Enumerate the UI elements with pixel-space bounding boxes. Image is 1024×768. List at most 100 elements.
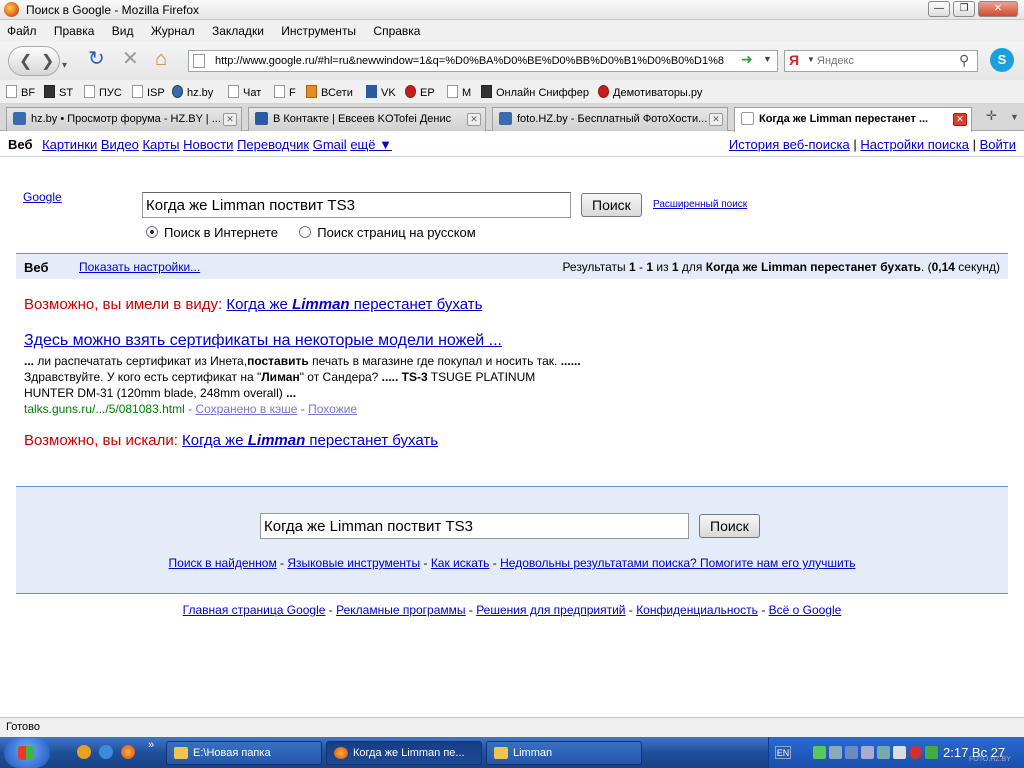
firefox-icon[interactable]: [121, 745, 135, 759]
taskbar-item-folder[interactable]: E:\Новая папка: [166, 741, 322, 765]
bookmark-vk[interactable]: VK: [366, 85, 396, 99]
footer-search-button[interactable]: Поиск: [699, 514, 760, 538]
gbar-gmail[interactable]: Gmail: [313, 137, 347, 152]
gbar-maps[interactable]: Карты: [142, 137, 179, 152]
tab-vkontakte[interactable]: В Контакте | Евсеев KOTofei Денис ✕: [248, 107, 486, 131]
volume-icon[interactable]: [893, 746, 906, 759]
bookmark-sniffer[interactable]: Онлайн Сниффер: [481, 85, 589, 99]
did-you-search-link[interactable]: Когда же Limman перестанет бухать: [182, 432, 438, 449]
new-tab-icon[interactable]: ✛: [986, 108, 997, 124]
bookmark-chat[interactable]: Чат: [228, 85, 261, 99]
history-dropdown-icon[interactable]: ▾: [62, 56, 67, 76]
language-indicator[interactable]: EN: [775, 746, 791, 759]
menu-bookmarks[interactable]: Закладки: [205, 20, 271, 38]
gbar-more[interactable]: ещё ▼: [350, 137, 392, 152]
gbar-news[interactable]: Новости: [183, 137, 233, 152]
menu-help[interactable]: Справка: [366, 20, 427, 38]
back-arrow-icon[interactable]: ❮: [19, 51, 32, 71]
gbar-translate[interactable]: Переводчик: [237, 137, 309, 152]
magnifier-icon[interactable]: ⚲: [959, 52, 969, 69]
go-arrow-icon[interactable]: ➜: [741, 51, 753, 68]
tab-close-icon[interactable]: ✕: [223, 113, 237, 126]
search-settings-link[interactable]: Настройки поиска: [860, 137, 969, 152]
minimize-button[interactable]: —: [928, 1, 950, 17]
search-engine-input[interactable]: [817, 53, 957, 69]
tray-icon[interactable]: [813, 746, 826, 759]
tab-close-icon[interactable]: ✕: [709, 113, 723, 126]
bookmark-st[interactable]: ST: [44, 85, 73, 99]
menu-view[interactable]: Вид: [105, 20, 141, 38]
taskbar-item-firefox[interactable]: Когда же Limman пе...: [326, 741, 482, 765]
bookmark-m[interactable]: M: [447, 85, 471, 99]
footer-search-input[interactable]: [260, 513, 689, 539]
menu-edit[interactable]: Правка: [47, 20, 102, 38]
menu-file[interactable]: Файл: [0, 20, 44, 38]
bookmark-pus[interactable]: ПУС: [84, 85, 122, 99]
yandex-icon[interactable]: Я: [789, 52, 799, 68]
similar-link[interactable]: Похожие: [308, 402, 357, 416]
menu-history[interactable]: Журнал: [144, 20, 202, 38]
tab-hzby-forum[interactable]: hz.by • Просмотр форума - HZ.BY | ... ✕: [6, 107, 242, 131]
tray-icon[interactable]: [829, 746, 842, 759]
home-icon[interactable]: ⌂: [155, 49, 167, 69]
start-button[interactable]: [4, 738, 50, 768]
advertising-link[interactable]: Рекламные программы: [336, 603, 465, 617]
search-within-link[interactable]: Поиск в найденном: [169, 556, 277, 570]
bookmark-f[interactable]: F: [274, 85, 296, 99]
tab-google-search[interactable]: Когда же Limman перестанет ... ✕: [734, 107, 972, 132]
quicklaunch-more-icon[interactable]: »: [148, 739, 154, 751]
url-input[interactable]: [215, 53, 735, 69]
maximize-button[interactable]: ❐: [953, 1, 975, 17]
page-icon: [6, 85, 17, 98]
tab-foto-hzby[interactable]: foto.HZ.by - Бесплатный ФотоХости... ✕: [492, 107, 728, 131]
taskbar-item-limman[interactable]: Limman: [486, 741, 642, 765]
reload-icon[interactable]: ↻: [88, 49, 105, 69]
language-tools-link[interactable]: Языковые инструменты: [287, 556, 420, 570]
skype-icon[interactable]: S: [990, 48, 1014, 72]
gbar-images[interactable]: Картинки: [42, 137, 97, 152]
show-options-link[interactable]: Показать настройки...: [79, 260, 200, 274]
gbar-video[interactable]: Видео: [101, 137, 139, 152]
close-button[interactable]: ✕: [978, 1, 1018, 17]
stop-icon[interactable]: ✕: [122, 49, 139, 69]
did-you-mean-link[interactable]: Когда же Limman перестанет бухать: [226, 296, 482, 313]
about-google-link[interactable]: Всё о Google: [769, 603, 842, 617]
forward-arrow-icon[interactable]: ❯: [41, 51, 54, 71]
bookmark-hzby[interactable]: hz.by: [172, 85, 213, 99]
radio-russian[interactable]: [299, 226, 312, 238]
engine-dropdown-icon[interactable]: ▼: [807, 55, 815, 64]
business-link[interactable]: Решения для предприятий: [476, 603, 625, 617]
address-bar[interactable]: ➜ ▼: [188, 50, 778, 72]
menu-tools[interactable]: Инструменты: [274, 20, 363, 38]
search-help-link[interactable]: Как искать: [431, 556, 490, 570]
web-history-link[interactable]: История веб-поиска: [729, 137, 850, 152]
privacy-link[interactable]: Конфиденциальность: [636, 603, 758, 617]
tab-list-icon[interactable]: ▼: [1010, 112, 1019, 122]
advanced-search-link[interactable]: Расширенный поиск: [653, 199, 747, 210]
bookmark-demotivators[interactable]: Демотиваторы.ру: [598, 85, 702, 99]
bookmark-bf[interactable]: BF: [6, 85, 35, 99]
google-logo-link[interactable]: Google: [23, 190, 62, 204]
search-input[interactable]: [142, 192, 571, 218]
bookmark-isp[interactable]: ISP: [132, 85, 165, 99]
feedback-link[interactable]: Недовольны результатами поиска? Помогите…: [500, 556, 855, 570]
bookmark-vseti[interactable]: ВСети: [306, 85, 353, 99]
antivirus-icon[interactable]: [909, 746, 922, 759]
radio-internet[interactable]: [146, 226, 158, 238]
tray-icon[interactable]: [925, 746, 938, 759]
sign-in-link[interactable]: Войти: [980, 137, 1016, 152]
tab-close-icon[interactable]: ✕: [953, 113, 967, 126]
tray-icon[interactable]: [861, 746, 874, 759]
url-dropdown-icon[interactable]: ▼: [763, 54, 772, 64]
search-button[interactable]: Поиск: [581, 193, 642, 217]
network-icon[interactable]: [877, 746, 890, 759]
search-bar[interactable]: Я ▼ ⚲: [784, 50, 978, 72]
google-home-link[interactable]: Главная страница Google: [183, 603, 326, 617]
tab-close-icon[interactable]: ✕: [467, 113, 481, 126]
ie-icon[interactable]: [99, 745, 113, 759]
tray-icon[interactable]: [845, 746, 858, 759]
result-title-link[interactable]: Здесь можно взять сертификаты на некотор…: [24, 332, 502, 349]
cached-link[interactable]: Сохранено в кэше: [195, 402, 297, 416]
bookmark-ep[interactable]: EP: [405, 85, 435, 99]
quicklaunch-icon[interactable]: [77, 745, 91, 759]
